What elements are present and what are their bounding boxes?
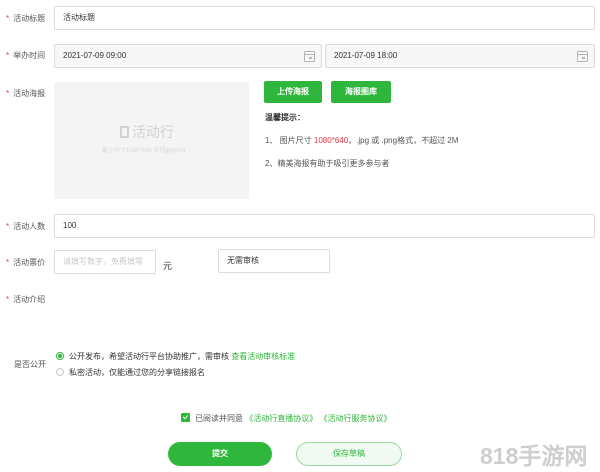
save-draft-button[interactable]: 保存草稿 xyxy=(296,442,402,466)
poster-upload-area[interactable]: 活动行 最小尺寸1080*640 支持jpg/png xyxy=(54,82,249,199)
poster-placeholder-logo: 活动行 xyxy=(120,122,174,142)
calendar-icon[interactable] xyxy=(304,51,315,62)
tips-title: 温馨提示： xyxy=(265,113,305,122)
capacity-input[interactable]: 100 xyxy=(54,214,595,238)
time-label: * 举办时间 xyxy=(6,51,46,60)
required-mark: * xyxy=(6,295,10,304)
public-radio[interactable] xyxy=(56,352,64,360)
capacity-label: * 活动人数 xyxy=(6,222,46,231)
upload-poster-button[interactable]: 上传海报 xyxy=(264,81,322,103)
intro-label: * 活动介绍 xyxy=(6,295,46,304)
required-mark: * xyxy=(6,258,10,267)
required-mark: * xyxy=(6,14,10,23)
price-unit: 元 xyxy=(163,261,173,271)
required-mark: * xyxy=(6,51,10,60)
review-standard-link[interactable]: 查看活动审核标准 xyxy=(231,352,295,361)
poster-placeholder-hint: 最小尺寸1080*640 支持jpg/png xyxy=(102,148,186,154)
title-input[interactable]: 活动标题 xyxy=(54,6,595,30)
agreement-text: 已阅读并同意 《活动行直播协议》 《活动行服务协议》 xyxy=(195,414,392,423)
visibility-label: 是否公开 xyxy=(14,360,46,369)
poster-label: * 活动海报 xyxy=(6,89,46,98)
price-input[interactable]: 请填写数字，免费填零 xyxy=(54,250,156,274)
private-radio[interactable] xyxy=(56,368,64,376)
required-mark: * xyxy=(6,89,10,98)
end-time-input[interactable]: 2021-07-09 18:00 xyxy=(325,44,595,68)
calendar-icon[interactable] xyxy=(577,51,588,62)
submit-button[interactable]: 提交 xyxy=(168,442,272,466)
private-option-label[interactable]: 私密活动，仅能通过您的分享链接报名 xyxy=(69,367,205,378)
logo-mark-icon xyxy=(120,126,129,138)
service-agreement-link[interactable]: 《活动行服务协议》 xyxy=(319,414,391,423)
agreement-checkbox[interactable] xyxy=(181,413,190,422)
watermark: 818手游网 xyxy=(480,443,588,469)
start-time-input[interactable]: 2021-07-09 09:00 xyxy=(54,44,322,68)
public-option-label[interactable]: 公开发布，希望活动行平台协助推广，需审核 查看活动审核标准 xyxy=(69,351,295,362)
price-label: * 活动票价 xyxy=(6,258,46,267)
review-select[interactable]: 无需审核 xyxy=(218,249,330,273)
required-mark: * xyxy=(6,222,10,231)
live-agreement-link[interactable]: 《活动行直播协议》 xyxy=(245,414,317,423)
poster-gallery-button[interactable]: 海报图库 xyxy=(331,81,391,103)
title-label: * 活动标题 xyxy=(6,14,46,23)
tip-size-highlight: 1080*640 xyxy=(313,136,349,145)
tip-quality: 2、精美海报有助于吸引更多参与者 xyxy=(265,159,390,168)
tip-size: 1、 图片尺寸 1080*640，.jpg 或 .png格式，不超过 2M xyxy=(265,136,459,145)
